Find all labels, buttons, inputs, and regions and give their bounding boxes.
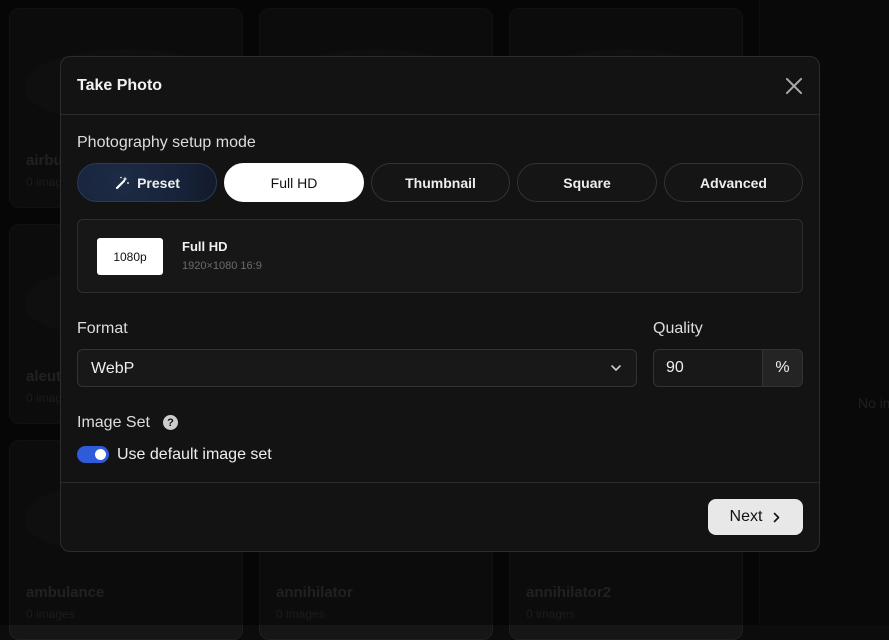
quality-label: Quality	[653, 320, 703, 337]
mode-label: Advanced	[700, 174, 767, 191]
mode-advanced-button[interactable]: Advanced	[664, 163, 803, 202]
mode-thumbnail-button[interactable]: Thumbnail	[371, 163, 510, 202]
mode-label: Preset	[137, 174, 180, 191]
mode-full-hd-button[interactable]: Full HD	[224, 163, 364, 202]
dialog-header: Take Photo	[61, 57, 819, 115]
quality-input[interactable]	[653, 349, 763, 387]
mode-square-button[interactable]: Square	[517, 163, 657, 202]
toggle-knob	[95, 449, 106, 460]
preset-summary: 1080p Full HD 1920×1080 16:9	[77, 219, 803, 293]
next-button[interactable]: Next	[708, 499, 803, 535]
close-icon[interactable]	[783, 75, 805, 97]
dialog-title: Take Photo	[77, 77, 163, 94]
preset-dimensions: 1920×1080 16:9	[182, 260, 262, 272]
question-circle-icon[interactable]: ?	[163, 415, 178, 430]
image-set-label: Image Set	[77, 414, 150, 431]
setup-mode-label: Photography setup mode	[77, 134, 256, 151]
quality-unit: %	[762, 349, 803, 387]
mode-preset-button[interactable]: Preset	[77, 163, 217, 202]
format-value: WebP	[91, 360, 135, 377]
format-select[interactable]: WebP	[77, 349, 637, 387]
preset-name: Full HD	[182, 239, 228, 254]
footer-divider	[61, 482, 819, 483]
default-image-set-label: Use default image set	[117, 446, 272, 463]
mode-label: Thumbnail	[405, 174, 476, 191]
chevron-down-icon	[611, 365, 621, 371]
format-label: Format	[77, 320, 128, 337]
next-label: Next	[729, 508, 763, 525]
mode-label: Square	[563, 174, 611, 191]
mode-label: Full HD	[270, 174, 318, 191]
resolution-badge: 1080p	[97, 238, 163, 275]
magic-wand-icon	[115, 176, 129, 189]
chevron-right-icon	[774, 512, 780, 522]
take-photo-dialog: Take Photo Photography setup mode Preset…	[60, 56, 820, 552]
default-image-set-toggle[interactable]	[77, 446, 109, 463]
